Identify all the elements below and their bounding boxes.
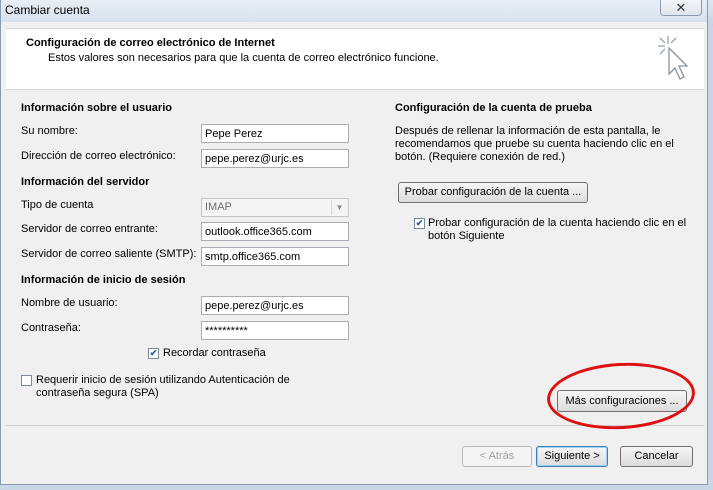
spa-checkbox[interactable] bbox=[21, 375, 32, 386]
server-info-heading: Información del servidor bbox=[21, 176, 150, 188]
username-input[interactable] bbox=[201, 296, 349, 315]
next-button[interactable]: Siguiente > bbox=[536, 446, 608, 467]
change-account-dialog: Cambiar cuenta ✕ Configuración de correo… bbox=[0, 0, 708, 485]
title-bar: Cambiar cuenta ✕ bbox=[1, 0, 707, 22]
name-input[interactable] bbox=[201, 124, 349, 143]
footer-separator bbox=[6, 425, 704, 426]
cursor-sparkle-icon bbox=[658, 36, 689, 80]
dialog-body: Configuración de correo electrónico de I… bbox=[6, 22, 704, 481]
close-button[interactable]: ✕ bbox=[660, 0, 702, 16]
header-title: Configuración de correo electrónico de I… bbox=[26, 37, 275, 49]
more-settings-button[interactable]: Más configuraciones ... bbox=[557, 390, 687, 412]
auto-test-label: Probar configuración de la cuenta hacien… bbox=[428, 217, 687, 242]
incoming-server-label: Servidor de correo entrante: bbox=[21, 223, 158, 235]
account-type-value: IMAP bbox=[205, 201, 232, 213]
account-type-label: Tipo de cuenta bbox=[21, 199, 94, 211]
remember-password-checkbox[interactable]: ✔ bbox=[148, 348, 159, 359]
email-label: Dirección de correo electrónico: bbox=[21, 150, 176, 162]
user-info-heading: Información sobre el usuario bbox=[21, 102, 172, 114]
email-input[interactable] bbox=[201, 149, 349, 168]
test-account-button[interactable]: Probar configuración de la cuenta ... bbox=[398, 182, 588, 203]
test-settings-heading: Configuración de la cuenta de prueba bbox=[395, 102, 592, 114]
header-subtitle: Estos valores son necesarios para que la… bbox=[48, 52, 439, 64]
login-info-heading: Información de inicio de sesión bbox=[21, 274, 186, 286]
incoming-server-input[interactable] bbox=[201, 222, 349, 241]
account-type-select: IMAP ▼ bbox=[201, 198, 349, 217]
chevron-down-icon: ▼ bbox=[331, 200, 347, 215]
test-settings-description: Después de rellenar la información de es… bbox=[395, 125, 674, 163]
outgoing-server-input[interactable] bbox=[201, 247, 349, 266]
back-button[interactable]: < Atrás bbox=[462, 446, 532, 467]
name-label: Su nombre: bbox=[21, 125, 78, 137]
username-label: Nombre de usuario: bbox=[21, 297, 118, 309]
window-title: Cambiar cuenta bbox=[5, 3, 90, 17]
spa-label: Requerir inicio de sesión utilizando Aut… bbox=[36, 374, 290, 399]
remember-password-label: Recordar contraseña bbox=[163, 347, 266, 359]
header-panel: Configuración de correo electrónico de I… bbox=[6, 28, 704, 90]
auto-test-checkbox[interactable]: ✔ bbox=[414, 218, 425, 229]
password-label: Contraseña: bbox=[21, 322, 81, 334]
cancel-button[interactable]: Cancelar bbox=[620, 446, 693, 467]
outgoing-server-label: Servidor de correo saliente (SMTP): bbox=[21, 248, 197, 260]
password-input[interactable] bbox=[201, 321, 349, 340]
